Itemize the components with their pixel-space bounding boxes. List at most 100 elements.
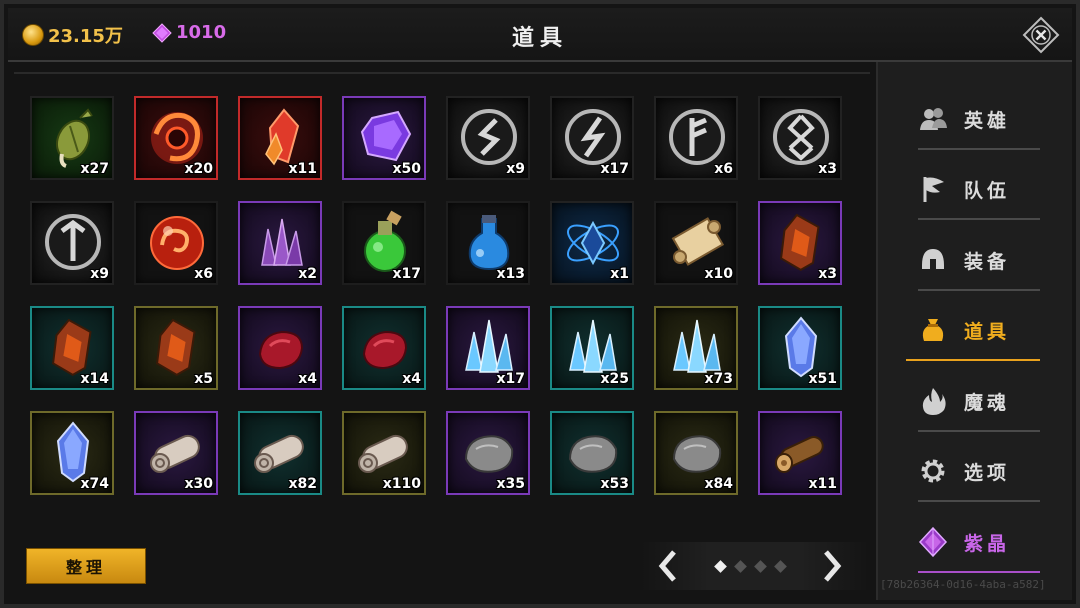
item-quantity: x17 — [392, 266, 421, 282]
gear-icon — [921, 459, 945, 483]
inventory-slot[interactable]: x6 — [654, 96, 738, 180]
inventory-slot[interactable]: x84 — [654, 411, 738, 495]
nav-item-equipment[interactable]: 装备 — [918, 231, 1040, 291]
item-quantity: x20 — [184, 161, 213, 177]
inventory-slot[interactable]: x11 — [758, 411, 842, 495]
inventory-slot[interactable]: x1 — [550, 201, 634, 285]
page-dot[interactable] — [714, 560, 727, 573]
nav-item-label: 队伍 — [964, 179, 1011, 202]
item-quantity: x2 — [298, 266, 317, 282]
sort-button[interactable]: 整理 — [26, 548, 146, 584]
inventory-slot[interactable]: x17 — [342, 201, 426, 285]
nav-item-items[interactable]: 道具 — [906, 301, 1040, 361]
inventory-slot[interactable]: x74 — [30, 411, 114, 495]
item-quantity: x6 — [714, 161, 733, 177]
inventory-slot[interactable]: x50 — [342, 96, 426, 180]
inventory-slot[interactable]: x4 — [342, 306, 426, 390]
helmet-icon — [922, 249, 944, 269]
inventory-slot[interactable]: x3 — [758, 201, 842, 285]
page-dot[interactable] — [734, 560, 747, 573]
inventory-slot[interactable]: x9 — [446, 96, 530, 180]
inventory-slot[interactable]: x73 — [654, 306, 738, 390]
inventory-slot[interactable]: x14 — [30, 306, 114, 390]
purple-crystal-icon — [918, 527, 948, 557]
inventory-slot[interactable]: x2 — [238, 201, 322, 285]
next-page-button[interactable] — [818, 548, 846, 584]
inventory-slot[interactable]: x25 — [550, 306, 634, 390]
side-menu: 英雄队伍装备道具魔魂选项紫晶 — [876, 62, 1072, 600]
inventory-slot[interactable]: x20 — [134, 96, 218, 180]
inventory-slot[interactable]: x4 — [238, 306, 322, 390]
item-quantity: x53 — [600, 476, 629, 492]
inventory-slot[interactable]: x9 — [30, 201, 114, 285]
item-quantity: x9 — [506, 161, 525, 177]
item-quantity: x82 — [288, 476, 317, 492]
item-quantity: x25 — [600, 371, 629, 387]
build-id: [78b26364-0d16-4aba-a582] — [880, 578, 1046, 591]
item-quantity: x5 — [194, 371, 213, 387]
item-quantity: x84 — [704, 476, 733, 492]
item-quantity: x27 — [80, 161, 109, 177]
inventory-slot[interactable]: x13 — [446, 201, 530, 285]
nav-item-soul[interactable]: 魔魂 — [918, 372, 1040, 432]
item-quantity: x3 — [818, 266, 837, 282]
flame-icon — [922, 388, 946, 415]
page-indicator — [714, 560, 787, 573]
flag-icon — [923, 177, 944, 202]
inventory-slot[interactable]: x5 — [134, 306, 218, 390]
inventory-slot[interactable]: x6 — [134, 201, 218, 285]
item-quantity: x9 — [90, 266, 109, 282]
nav-item-team[interactable]: 队伍 — [918, 160, 1040, 220]
inventory-grid: x27 x20 x11 x50 x9 x17 x6 x3 x9 x6 x2 x17 x13 x1 x10 x3… — [30, 96, 842, 495]
prev-page-button[interactable] — [654, 548, 682, 584]
top-bar: 23.15万 1010 道具 — [8, 8, 1072, 62]
inventory-slot[interactable]: x27 — [30, 96, 114, 180]
item-quantity: x11 — [288, 161, 317, 177]
item-quantity: x30 — [184, 476, 213, 492]
item-quantity: x1 — [610, 266, 629, 282]
inventory-slot[interactable]: x30 — [134, 411, 218, 495]
item-quantity: x11 — [808, 476, 837, 492]
inventory-slot[interactable]: x53 — [550, 411, 634, 495]
close-button[interactable] — [1022, 16, 1060, 54]
nav-item-options[interactable]: 选项 — [918, 442, 1040, 502]
page-title: 道具 — [511, 26, 568, 51]
item-quantity: x17 — [496, 371, 525, 387]
nav-item-label: 道具 — [964, 320, 1011, 343]
item-quantity: x51 — [808, 371, 837, 387]
item-quantity: x74 — [80, 476, 109, 492]
item-quantity: x35 — [496, 476, 525, 492]
item-quantity: x10 — [704, 266, 733, 282]
item-quantity: x13 — [496, 266, 525, 282]
item-quantity: x17 — [600, 161, 629, 177]
inventory-slot[interactable]: x17 — [550, 96, 634, 180]
inventory-slot[interactable]: x35 — [446, 411, 530, 495]
nav-item-label: 魔魂 — [964, 391, 1011, 414]
page-dot[interactable] — [774, 560, 787, 573]
nav-item-label: 选项 — [964, 461, 1011, 484]
item-quantity: x6 — [194, 266, 213, 282]
item-quantity: x73 — [704, 371, 733, 387]
nav-item-label: 紫晶 — [964, 532, 1011, 555]
inventory-slot[interactable]: x17 — [446, 306, 530, 390]
inventory-slot[interactable]: x10 — [654, 201, 738, 285]
inventory-panel: x27 x20 x11 x50 x9 x17 x6 x3 x9 x6 x2 x17 x13 x1 x10 x3… — [14, 72, 870, 534]
inventory-slot[interactable]: x110 — [342, 411, 426, 495]
item-quantity: x4 — [402, 371, 421, 387]
item-quantity: x4 — [298, 371, 317, 387]
inventory-slot[interactable]: x3 — [758, 96, 842, 180]
nav-item-label: 装备 — [964, 250, 1011, 273]
bag-icon — [922, 319, 944, 341]
item-quantity: x50 — [392, 161, 421, 177]
inventory-slot[interactable]: x51 — [758, 306, 842, 390]
heroes-icon — [920, 108, 947, 130]
inventory-slot[interactable]: x82 — [238, 411, 322, 495]
pagination — [640, 542, 870, 590]
page-dot[interactable] — [754, 560, 767, 573]
item-quantity: x110 — [382, 476, 421, 492]
inventory-slot[interactable]: x11 — [238, 96, 322, 180]
nav-item-heroes[interactable]: 英雄 — [918, 90, 1040, 150]
nav-item-purple-crystal[interactable]: 紫晶 — [918, 513, 1040, 573]
item-quantity: x3 — [818, 161, 837, 177]
nav-item-label: 英雄 — [964, 109, 1011, 132]
